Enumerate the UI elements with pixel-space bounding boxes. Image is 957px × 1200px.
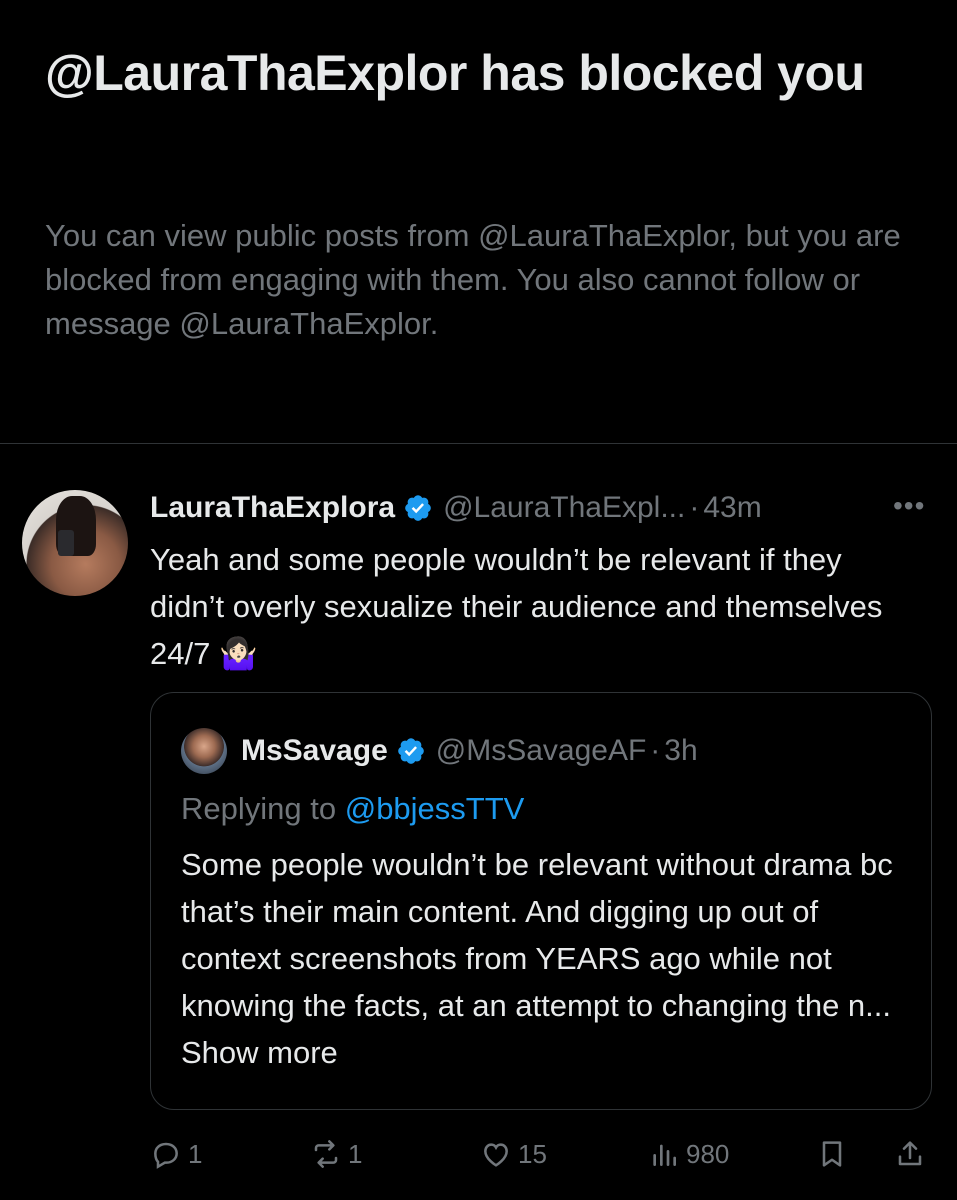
- tweet-header: LauraThaExplora @LauraThaExpl... · 43m: [150, 488, 930, 528]
- reply-button[interactable]: 1: [150, 1132, 202, 1176]
- author-name[interactable]: LauraThaExplora: [150, 491, 395, 525]
- quoted-tweet-card[interactable]: MsSavage @MsSavageAF · 3h Replying to @b…: [150, 692, 932, 1110]
- replying-prefix: Replying to: [181, 791, 345, 826]
- reply-count: 1: [188, 1138, 203, 1169]
- quote-author-name[interactable]: MsSavage: [241, 734, 388, 768]
- heart-icon: [484, 1143, 508, 1167]
- blocked-title: @LauraThaExplor has blocked you: [45, 45, 865, 101]
- replying-to: Replying to @bbjessTTV: [181, 787, 524, 831]
- replying-to-handle[interactable]: @bbjessTTV: [345, 791, 525, 826]
- divider: [0, 443, 957, 444]
- quote-avatar[interactable]: [181, 728, 227, 774]
- share-button[interactable]: [894, 1132, 932, 1176]
- avatar[interactable]: [22, 490, 128, 596]
- bookmark-button[interactable]: [816, 1132, 854, 1176]
- blocked-description: You can view public posts from @LauraTha…: [45, 218, 901, 341]
- verified-badge-icon: [397, 738, 424, 764]
- quote-body: Some people wouldn’t be relevant without…: [181, 847, 893, 1023]
- quote-text: Some people wouldn’t be relevant without…: [181, 841, 911, 1076]
- repost-button[interactable]: 1: [310, 1132, 362, 1176]
- like-button[interactable]: 15: [480, 1132, 547, 1176]
- repost-icon: [314, 1140, 338, 1168]
- repost-count: 1: [348, 1138, 363, 1169]
- timestamp[interactable]: 43m: [703, 491, 761, 525]
- quote-timestamp[interactable]: 3h: [664, 734, 697, 768]
- view-count: 980: [686, 1138, 730, 1169]
- bookmark-icon: [822, 1141, 842, 1167]
- reply-icon: [154, 1142, 178, 1169]
- author-handle[interactable]: @LauraThaExpl...: [443, 491, 685, 525]
- more-options-icon[interactable]: •••: [893, 492, 933, 520]
- separator-dot: ·: [650, 734, 661, 767]
- views-button[interactable]: 980: [648, 1132, 729, 1176]
- share-icon: [898, 1141, 922, 1166]
- separator-dot: ·: [689, 491, 700, 524]
- show-more-link[interactable]: Show more: [181, 1035, 338, 1070]
- tweet-text: Yeah and some people wouldn’t be relevan…: [150, 542, 883, 671]
- verified-badge-icon: [405, 495, 431, 521]
- views-icon: [653, 1144, 676, 1166]
- tweet-actions: 1 1 15 980: [150, 1132, 940, 1176]
- quote-author-handle[interactable]: @MsSavageAF: [436, 734, 647, 768]
- quote-header: MsSavage @MsSavageAF · 3h: [181, 728, 698, 774]
- like-count: 15: [518, 1138, 547, 1169]
